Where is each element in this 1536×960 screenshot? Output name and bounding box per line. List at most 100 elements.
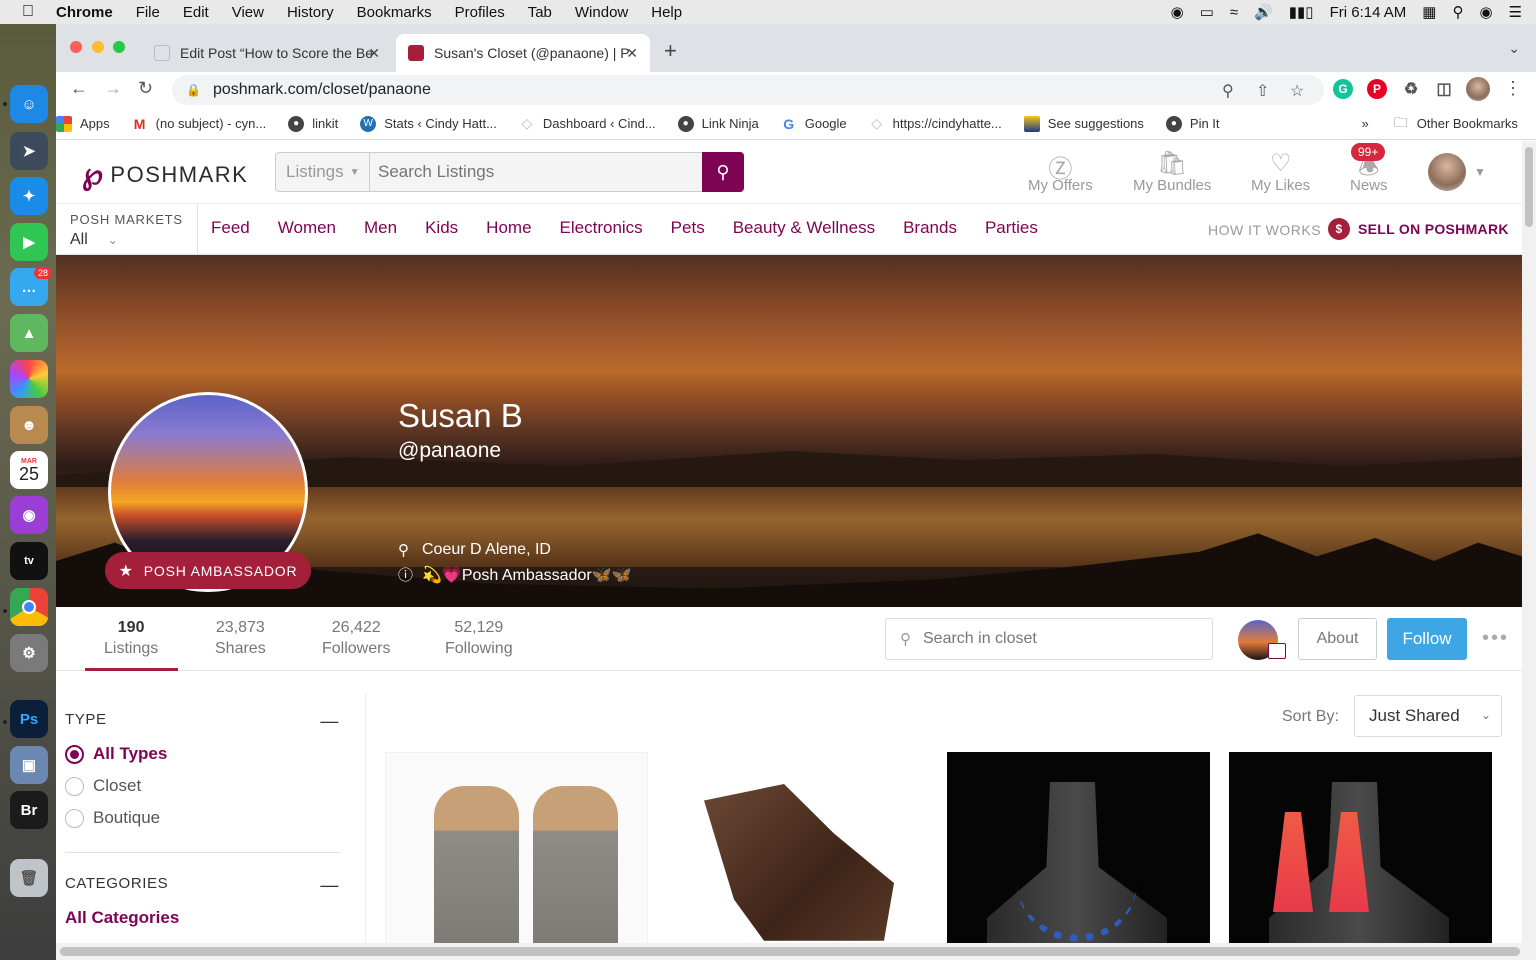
bookmark-pin-it[interactable]: ● Pin It	[1165, 115, 1220, 132]
bookmark-dashboard[interactable]: ◇ Dashboard ‹ Cind...	[519, 115, 656, 132]
nav-parties[interactable]: Parties	[985, 218, 1038, 238]
bookmarks-overflow-chevron-icon[interactable]: »	[1362, 116, 1369, 131]
menu-history[interactable]: History	[287, 4, 334, 21]
chrome-menu-icon[interactable]: ⋮	[1504, 78, 1522, 99]
photos-icon[interactable]	[10, 360, 48, 398]
my-offers-link[interactable]: Ⓩ My Offers	[1028, 149, 1093, 194]
bookmark-apps[interactable]: Apps	[56, 115, 110, 132]
menu-profiles[interactable]: Profiles	[455, 4, 505, 21]
nav-home[interactable]: Home	[486, 218, 531, 238]
chrome-icon[interactable]	[10, 588, 48, 626]
zoom-icon[interactable]: ⚲	[1222, 81, 1234, 101]
nav-pets[interactable]: Pets	[671, 218, 705, 238]
podcasts-icon[interactable]: ◉	[10, 496, 48, 534]
type-option-boutique[interactable]: Boutique	[65, 808, 345, 828]
menubar-clock[interactable]: Fri 6:14 AM	[1330, 4, 1407, 21]
other-bookmarks[interactable]: 🗀 Other Bookmarks	[1393, 114, 1518, 132]
menu-edit[interactable]: Edit	[183, 4, 209, 21]
contacts-icon[interactable]: ☻	[10, 406, 48, 444]
nav-electronics[interactable]: Electronics	[560, 218, 643, 238]
facetime-icon[interactable]: ▶	[10, 223, 48, 261]
menu-file[interactable]: File	[136, 4, 160, 21]
screen-icon[interactable]: ▦	[1422, 3, 1436, 21]
type-option-all[interactable]: All Types	[65, 744, 345, 764]
listing-card-boots[interactable]	[666, 752, 929, 943]
how-it-works-link[interactable]: HOW IT WORKS	[1208, 222, 1321, 238]
forward-arrow-icon[interactable]: →	[104, 78, 122, 99]
spotlight-search-icon[interactable]: ⚲	[1452, 3, 1463, 21]
type-filter-header[interactable]: TYPE —	[65, 711, 341, 732]
reload-icon[interactable]: ↻	[138, 78, 153, 99]
posh-ambassador-badge[interactable]: ★ POSH AMBASSADOR	[105, 552, 311, 589]
close-window-button[interactable]	[70, 41, 82, 53]
search-category-dropdown[interactable]: Listings ▼	[276, 153, 370, 191]
airplay-icon[interactable]: ▭	[1200, 3, 1214, 21]
sort-by-select[interactable]: Just Shared ⌄	[1354, 695, 1502, 737]
tab-search-chevron-icon[interactable]: ⌄	[1508, 40, 1520, 57]
nav-women[interactable]: Women	[278, 218, 336, 238]
bookmark-linkit[interactable]: ● linkit	[288, 115, 338, 132]
back-arrow-icon[interactable]: ←	[70, 78, 88, 99]
bookmark-cindyhatte[interactable]: ◇ https://cindyhatte...	[869, 115, 1002, 132]
nav-kids[interactable]: Kids	[425, 218, 458, 238]
menu-tab[interactable]: Tab	[528, 4, 552, 21]
more-options-icon[interactable]: •••	[1482, 627, 1509, 650]
about-button[interactable]: About	[1298, 618, 1377, 660]
collapse-minus-icon[interactable]: —	[320, 711, 339, 732]
creative-cloud-icon[interactable]: ◉	[1171, 3, 1184, 21]
bookmark-see-suggestions[interactable]: See suggestions	[1023, 115, 1144, 132]
posh-markets-selector[interactable]: POSH MARKETS All ⌄	[70, 212, 183, 249]
stat-following[interactable]: 52,129 Following	[445, 619, 513, 658]
system-preferences-icon[interactable]: ⚙	[10, 634, 48, 672]
menu-help[interactable]: Help	[651, 4, 682, 21]
trash-icon[interactable]: 🗑	[10, 859, 48, 897]
lock-icon[interactable]: 🔒	[186, 83, 201, 97]
preview-icon[interactable]: ▣	[10, 746, 48, 784]
collapse-minus-icon[interactable]: —	[320, 875, 339, 896]
siri-icon[interactable]: ◉	[1479, 3, 1492, 21]
url-text[interactable]: poshmark.com/closet/panaone	[213, 81, 431, 99]
photoshop-icon[interactable]: Ps	[10, 700, 48, 738]
closet-search-input[interactable]: ⚲ Search in closet	[885, 618, 1213, 660]
pinterest-extension-icon[interactable]: P	[1367, 79, 1387, 99]
menu-bookmarks[interactable]: Bookmarks	[357, 4, 432, 21]
nav-brands[interactable]: Brands	[903, 218, 957, 238]
profile-avatar-icon[interactable]	[1466, 77, 1490, 101]
stat-followers[interactable]: 26,422 Followers	[322, 619, 390, 658]
all-categories-link[interactable]: All Categories	[65, 908, 345, 928]
control-center-icon[interactable]: ☰	[1509, 3, 1522, 21]
menu-view[interactable]: View	[232, 4, 264, 21]
search-button[interactable]: ⚲	[702, 152, 744, 192]
listing-card-necklace[interactable]	[947, 752, 1210, 943]
my-bundles-link[interactable]: 🛍 My Bundles	[1133, 149, 1211, 194]
bookmark-link-ninja[interactable]: ● Link Ninja	[677, 115, 759, 132]
menu-app-name[interactable]: Chrome	[56, 4, 113, 21]
user-avatar[interactable]	[1428, 153, 1466, 191]
minimize-window-button[interactable]	[92, 41, 104, 53]
stat-shares[interactable]: 23,873 Shares	[215, 619, 266, 658]
launchpad-icon[interactable]: ➤	[10, 132, 48, 170]
scrollbar-thumb[interactable]	[60, 947, 1520, 956]
vertical-scrollbar[interactable]	[1522, 141, 1536, 943]
finder-icon[interactable]: ☺	[10, 85, 48, 123]
extensions-puzzle-icon[interactable]: ♻	[1401, 79, 1421, 99]
nav-men[interactable]: Men	[364, 218, 397, 238]
tab-poshmark-closet[interactable]: Susan's Closet (@panaone) | P ✕	[396, 34, 650, 72]
bookmark-star-icon[interactable]: ☆	[1290, 81, 1304, 101]
apple-menu-icon[interactable]: 	[22, 3, 42, 21]
nav-beauty-wellness[interactable]: Beauty & Wellness	[733, 218, 875, 238]
share-icon[interactable]: ⇧	[1256, 81, 1269, 101]
volume-icon[interactable]: 🔊	[1254, 3, 1273, 21]
maps-icon[interactable]: ▲	[10, 314, 48, 352]
nav-feed[interactable]: Feed	[211, 218, 250, 238]
safari-icon[interactable]: ✦	[10, 177, 48, 215]
my-likes-link[interactable]: ♡ My Likes	[1251, 149, 1310, 194]
zoom-window-button[interactable]	[113, 41, 125, 53]
account-caret-down-icon[interactable]: ▼	[1474, 165, 1486, 179]
poshmark-logo[interactable]: ℘ POSHMARK	[82, 157, 248, 192]
side-panel-icon[interactable]: ◫	[1434, 79, 1454, 99]
search-listings-input[interactable]	[370, 153, 702, 191]
grammarly-extension-icon[interactable]: G	[1333, 79, 1353, 99]
follow-button[interactable]: Follow	[1387, 618, 1467, 660]
sell-on-poshmark-link[interactable]: $ SELL ON POSHMARK	[1328, 218, 1509, 240]
